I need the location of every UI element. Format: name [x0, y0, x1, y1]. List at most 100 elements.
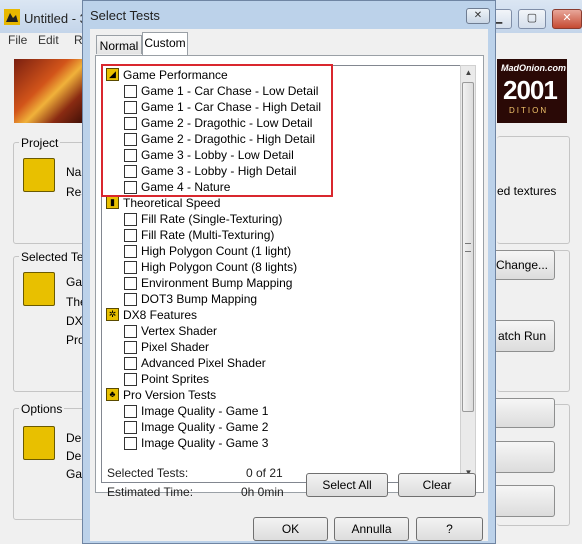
- test-label: Game 1 - Car Chase - Low Detail: [141, 84, 319, 98]
- test-checkbox[interactable]: [124, 133, 137, 146]
- test-checkbox[interactable]: [124, 373, 137, 386]
- test-checkbox[interactable]: [124, 101, 137, 114]
- tab-custom-label: Custom: [144, 36, 186, 50]
- banner-year: 2001: [503, 75, 558, 105]
- test-checkbox[interactable]: [124, 437, 137, 450]
- test-checkbox[interactable]: [124, 85, 137, 98]
- test-label: Point Sprites: [141, 372, 210, 386]
- test-checkbox[interactable]: [124, 421, 137, 434]
- cancel-button[interactable]: Annulla: [334, 517, 409, 541]
- batch-run-button-label: atch Run: [497, 329, 547, 343]
- test-checkbox[interactable]: [124, 341, 137, 354]
- ok-button[interactable]: OK: [253, 517, 328, 541]
- test-checkbox[interactable]: [124, 149, 137, 162]
- test-checkbox[interactable]: [124, 405, 137, 418]
- test-label: Game 4 - Nature: [141, 180, 231, 194]
- options-group-label: Options: [19, 402, 65, 416]
- category-label: Game Performance: [123, 68, 228, 82]
- category-label: Theoretical Speed: [123, 196, 221, 210]
- scroll-up-arrow-icon[interactable]: ▲: [463, 67, 474, 79]
- clear-label: Clear: [422, 478, 452, 492]
- dx8-features-icon: ✲: [106, 308, 119, 321]
- game-performance-icon: ◢: [106, 68, 119, 81]
- project-group-label: Project: [19, 136, 61, 150]
- madonion-logo-text: MadOnion.com: [501, 63, 566, 73]
- test-checkbox[interactable]: [124, 213, 137, 226]
- dialog-title: Select Tests: [90, 8, 160, 23]
- scrollbar-grip-icon: [465, 243, 471, 252]
- help-button[interactable]: ?: [416, 517, 483, 541]
- banner-image-left: [14, 59, 86, 123]
- right-button-2[interactable]: [489, 441, 555, 473]
- dialog-close-button[interactable]: ✕: [466, 8, 490, 24]
- change-button[interactable]: Change...: [489, 250, 555, 280]
- custom-tab-panel: ◢ Game Performance Game 1 - Car Chase - …: [95, 55, 484, 493]
- test-label: Fill Rate (Multi-Texturing): [141, 228, 275, 242]
- estimated-time-label: Estimated Time:: [107, 485, 194, 499]
- main-window-title: Untitled - 3: [24, 11, 87, 26]
- test-label: Game 3 - Lobby - Low Detail: [141, 148, 294, 162]
- options-icon: [23, 426, 55, 460]
- test-checkbox[interactable]: [124, 261, 137, 274]
- test-label: DOT3 Bump Mapping: [141, 292, 258, 306]
- test-label: Image Quality - Game 2: [141, 420, 269, 434]
- tab-normal-label: Normal: [99, 39, 139, 53]
- test-checkbox[interactable]: [124, 245, 137, 258]
- banner-logo: MadOnion.com 2001 DITION: [497, 59, 567, 123]
- category-label: DX8 Features: [123, 308, 198, 322]
- batch-run-button[interactable]: atch Run: [489, 320, 555, 352]
- clear-button[interactable]: Clear: [398, 473, 476, 497]
- pro-version-icon: ♣: [106, 388, 119, 401]
- test-checkbox[interactable]: [124, 293, 137, 306]
- close-icon: ✕: [473, 10, 483, 21]
- tree-scrollbar[interactable]: ▲ ▼: [460, 65, 476, 481]
- tab-normal[interactable]: Normal: [96, 35, 142, 54]
- test-checkbox[interactable]: [124, 181, 137, 194]
- 3dmark-app-icon: [4, 9, 20, 25]
- test-label: Game 1 - Car Chase - High Detail: [141, 100, 322, 114]
- tab-custom[interactable]: Custom: [142, 32, 188, 55]
- test-tree-list[interactable]: ◢ Game Performance Game 1 - Car Chase - …: [101, 65, 461, 483]
- scrollbar-thumb[interactable]: [462, 82, 474, 412]
- help-label: ?: [446, 522, 453, 536]
- project-icon: [23, 158, 55, 192]
- select-all-label: Select All: [322, 478, 372, 492]
- main-maximize-button[interactable]: ▢: [518, 9, 546, 29]
- dialog-body: Normal Custom ◢ Game Performance Game 1 …: [90, 29, 488, 541]
- test-label: Vertex Shader: [141, 324, 218, 338]
- test-label: Image Quality - Game 1: [141, 404, 269, 418]
- right-button-3[interactable]: [489, 485, 555, 517]
- test-checkbox[interactable]: [124, 229, 137, 242]
- selected-tests-group-label: Selected Tes: [19, 250, 92, 264]
- selected-tests-icon: [23, 272, 55, 306]
- test-label: Image Quality - Game 3: [141, 436, 269, 450]
- close-icon: ✕: [562, 12, 572, 24]
- estimated-time-value: 0h 0min: [241, 485, 284, 499]
- ok-label: OK: [281, 522, 300, 536]
- right-button-1[interactable]: [489, 398, 555, 428]
- test-label: Fill Rate (Single-Texturing): [141, 212, 283, 226]
- test-checkbox[interactable]: [124, 325, 137, 338]
- test-checkbox[interactable]: [124, 357, 137, 370]
- cancel-label: Annulla: [351, 522, 392, 536]
- menu-edit[interactable]: Edit: [38, 33, 59, 47]
- options-group: [13, 408, 87, 520]
- select-all-button[interactable]: Select All: [306, 473, 388, 497]
- test-checkbox[interactable]: [124, 117, 137, 130]
- test-label: Game 2 - Dragothic - Low Detail: [141, 116, 313, 130]
- test-checkbox[interactable]: [124, 165, 137, 178]
- main-close-button[interactable]: ✕: [552, 9, 582, 29]
- selected-tests-label: Selected Tests:: [107, 466, 189, 480]
- menu-file[interactable]: File: [8, 33, 27, 47]
- select-tests-dialog: Select Tests ✕ Normal Custom ◢ Game Perf…: [82, 0, 496, 544]
- test-label: High Polygon Count (8 lights): [141, 260, 298, 274]
- banner-edition: DITION: [509, 106, 549, 115]
- test-checkbox[interactable]: [124, 277, 137, 290]
- test-label: Game 3 - Lobby - High Detail: [141, 164, 297, 178]
- test-label: Pixel Shader: [141, 340, 210, 354]
- category-label: Pro Version Tests: [123, 388, 217, 402]
- maximize-icon: ▢: [526, 12, 538, 24]
- test-label: High Polygon Count (1 light): [141, 244, 292, 258]
- test-label: Advanced Pixel Shader: [141, 356, 266, 370]
- textures-label: ed textures: [497, 184, 557, 198]
